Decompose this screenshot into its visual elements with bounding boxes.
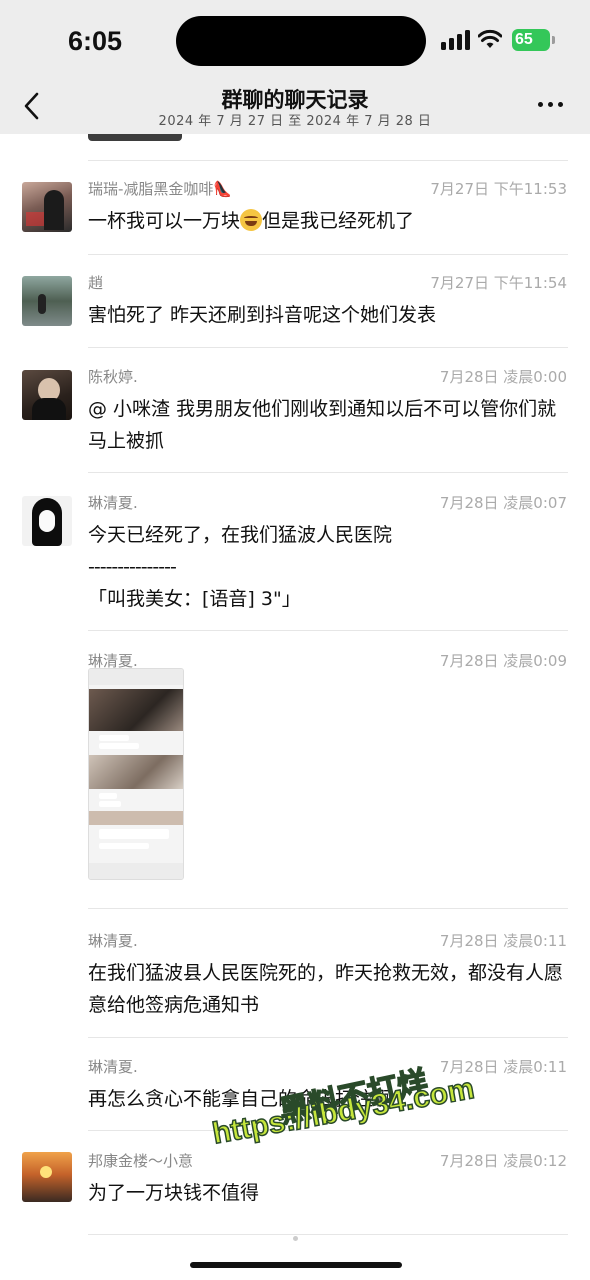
message-time: 7月28日 凌晨0:12 (439, 1152, 567, 1170)
dynamic-island (176, 16, 426, 66)
divider (88, 908, 568, 909)
message-text-part: 但是我已经死机了 (262, 210, 415, 232)
message-text: 在我们猛波县人民医院死的，昨天抢救无效，都没有人愿意给他签病危通知书 (88, 962, 564, 1016)
battery-level: 65 (515, 31, 533, 48)
date-range: 2024 年 7 月 27 日 至 2024 年 7 月 28 日 (158, 114, 432, 129)
sender-name: 琳清夏. (88, 932, 138, 950)
divider (88, 472, 568, 473)
sender-name: 琳清夏. (88, 1058, 138, 1076)
wifi-icon (478, 29, 502, 48)
nav-bar: 群聊的聊天记录 2024 年 7 月 27 日 至 2024 年 7 月 28 … (0, 80, 590, 134)
sender-name: 陈秋婷. (88, 368, 138, 386)
divider (88, 347, 568, 348)
message-time: 7月27日 下午11:53 (430, 180, 567, 198)
message-time: 7月27日 下午11:54 (430, 274, 567, 292)
sender-name: 琳清夏. (88, 494, 138, 512)
status-bar: 6:05 65 (0, 0, 590, 80)
previous-message-image (88, 134, 182, 141)
message-time: 7月28日 凌晨0:11 (439, 932, 567, 950)
divider (88, 1234, 568, 1235)
message-text-line: 今天已经死了，在我们猛波人民医院 (88, 524, 393, 546)
quote-separator: --------------- (88, 556, 177, 578)
message-time: 7月28日 凌晨0:09 (439, 652, 567, 670)
sender-name: 邦康金楼～小意 (88, 1152, 194, 1170)
divider (88, 254, 568, 255)
status-time: 6:05 (68, 26, 123, 56)
message-text: 今天已经死了，在我们猛波人民医院 --------------- 「叫我美女：[… (88, 519, 572, 615)
quoted-message: 「叫我美女：[语音] 3"」 (88, 588, 301, 610)
avatar[interactable] (22, 496, 72, 546)
message-text: @ 小咪渣 我男朋友他们刚收到通知以后不可以管你们就马上被抓 (88, 398, 557, 452)
message-time: 7月28日 凌晨0:11 (439, 1058, 567, 1076)
avatar[interactable] (22, 182, 72, 232)
scroll-indicator (293, 1236, 298, 1241)
laughing-tears-emoji-icon (240, 209, 263, 231)
divider (88, 160, 568, 161)
chat-screenshot-image[interactable] (88, 668, 184, 880)
sender-name: 瑞瑞-减脂黑金咖啡👠 (88, 180, 233, 198)
message-text: 一杯我可以一万块 但是我已经死机了 (88, 205, 572, 237)
home-indicator[interactable] (190, 1262, 402, 1268)
message-text: 为了一万块钱不值得 (88, 1182, 260, 1204)
message-text: 再怎么贪心不能拿自己的命去打注啊 (88, 1088, 393, 1110)
message-text-part: 一杯我可以一万块 (88, 210, 241, 232)
message-text: 害怕死了 昨天还刷到抖音呢这个她们发表 (88, 304, 437, 326)
avatar[interactable] (22, 370, 72, 420)
avatar[interactable] (22, 276, 72, 326)
avatar[interactable] (22, 1152, 72, 1202)
more-dots-icon[interactable] (536, 98, 566, 112)
message-time: 7月28日 凌晨0:00 (439, 368, 567, 386)
message-list[interactable]: 瑞瑞-减脂黑金咖啡👠 7月27日 下午11:53 一杯我可以一万块 但是我已经死机… (0, 134, 590, 1254)
battery-indicator: 65 (512, 29, 555, 51)
sender-name: 趙 (88, 274, 104, 292)
divider (88, 1130, 568, 1131)
cellular-signal-icon (441, 30, 471, 50)
divider (88, 630, 568, 631)
divider (88, 1037, 568, 1038)
message-time: 7月28日 凌晨0:07 (439, 494, 567, 512)
